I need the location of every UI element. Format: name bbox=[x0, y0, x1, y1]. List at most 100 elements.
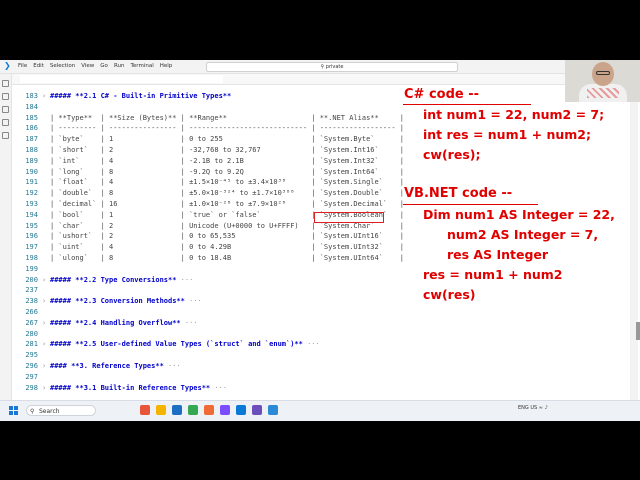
fold-gutter bbox=[42, 167, 50, 177]
taskbar-search-box[interactable]: ⚲ Search bbox=[26, 405, 96, 416]
vb-heading-underline bbox=[403, 204, 538, 205]
fold-chevron-icon[interactable]: › bbox=[42, 318, 50, 328]
scrollbar-thumb[interactable] bbox=[636, 322, 640, 340]
taskbar-app-icon[interactable] bbox=[188, 405, 198, 415]
code-line[interactable]: 196 | `ushort` | 2 | 0 to 65,535 | `Syst… bbox=[12, 231, 404, 241]
code-line[interactable]: 183 › ##### **2.1 C# - Built-in Primitive … bbox=[12, 91, 231, 101]
fold-gutter bbox=[42, 210, 50, 220]
volume-icon[interactable]: ♪ bbox=[545, 405, 548, 411]
code-line[interactable]: 189 | `int` | 4 | -2.1B to 2.1B | `Syste… bbox=[12, 156, 404, 166]
line-number: 200 bbox=[25, 275, 38, 284]
code-line[interactable]: 186 | --------- | ---------------- | ---… bbox=[12, 123, 404, 133]
code-line[interactable]: 184 bbox=[12, 102, 50, 112]
folded-ellipsis-icon[interactable]: ··· bbox=[164, 362, 181, 370]
editor-scrollbar[interactable] bbox=[630, 91, 638, 401]
wifi-icon[interactable]: ≈ bbox=[539, 405, 543, 411]
code-line[interactable]: 237 bbox=[12, 285, 50, 295]
extensions-icon[interactable] bbox=[2, 132, 9, 139]
code-line[interactable]: 187 | `byte` | 1 | 0 to 255 | `System.By… bbox=[12, 134, 404, 144]
folded-ellipsis-icon[interactable]: ··· bbox=[210, 384, 227, 392]
editor-tab-bar bbox=[0, 74, 640, 85]
fold-chevron-icon[interactable]: › bbox=[42, 361, 50, 371]
code-line[interactable]: 188 | `short` | 2 | -32,768 to 32,767 | … bbox=[12, 145, 404, 155]
fold-chevron-icon[interactable]: › bbox=[42, 91, 50, 101]
fold-gutter bbox=[42, 102, 50, 112]
line-number: 238 bbox=[25, 297, 38, 306]
folded-ellipsis-icon[interactable]: ··· bbox=[181, 319, 198, 327]
menu-file[interactable]: File bbox=[18, 63, 27, 69]
taskbar-app-icon[interactable] bbox=[268, 405, 278, 415]
menu-view[interactable]: View bbox=[81, 63, 94, 69]
line-number: 193 bbox=[25, 200, 38, 208]
markdown-table-row: | `short` | 2 | -32,768 to 32,767 | `Sys… bbox=[50, 146, 405, 154]
taskbar-app-icon[interactable] bbox=[220, 405, 230, 415]
code-line[interactable]: 266 bbox=[12, 307, 50, 317]
vb-code-line: res AS Integer bbox=[447, 247, 549, 262]
markdown-table-row: | `byte` | 1 | 0 to 255 | `System.Byte` … bbox=[50, 135, 405, 144]
markdown-table-row: | `ushort` | 2 | 0 to 65,535 | `System.U… bbox=[50, 232, 405, 241]
line-number: 197 bbox=[25, 243, 38, 252]
code-line[interactable]: 298 › ##### **3.1 Built-in Reference Types… bbox=[12, 383, 227, 393]
code-line[interactable]: 191 | `float` | 4 | ±1.5×10⁻⁴⁵ to ±3.4×1… bbox=[12, 177, 404, 187]
fold-chevron-icon[interactable]: › bbox=[42, 275, 50, 285]
command-center-search[interactable]: ⚲ private bbox=[206, 62, 458, 72]
line-number: 188 bbox=[25, 146, 38, 154]
folded-ellipsis-icon[interactable]: ··· bbox=[185, 297, 202, 305]
menu-terminal[interactable]: Terminal bbox=[130, 63, 153, 69]
windows-start-icon[interactable] bbox=[9, 406, 18, 415]
line-number: 266 bbox=[25, 308, 38, 316]
menu-selection[interactable]: Selection bbox=[50, 63, 75, 69]
taskbar-app-icon[interactable] bbox=[156, 405, 166, 415]
code-line[interactable]: 267 › ##### **2.4 Handling Overflow** ··· bbox=[12, 318, 198, 328]
fold-chevron-icon[interactable]: › bbox=[42, 339, 50, 349]
fold-chevron-icon[interactable]: › bbox=[42, 296, 50, 306]
code-line[interactable]: 193 | `decimal` | 16 | ±1.0×10⁻²⁸ to ±7.… bbox=[12, 199, 404, 209]
menu-run[interactable]: Run bbox=[114, 63, 125, 69]
menu-go[interactable]: Go bbox=[100, 63, 108, 69]
code-line[interactable]: 190 | `long` | 8 | -9.2Q to 9.2Q | `Syst… bbox=[12, 167, 404, 177]
fold-gutter bbox=[42, 231, 50, 241]
taskbar-app-icon[interactable] bbox=[236, 405, 246, 415]
source-control-icon[interactable] bbox=[2, 106, 9, 113]
vb-code-line: cw(res) bbox=[423, 287, 476, 302]
fold-chevron-icon[interactable]: › bbox=[42, 383, 50, 393]
markdown-heading: #### **3. Reference Types** bbox=[50, 362, 164, 370]
cs-code-line: cw(res); bbox=[423, 147, 481, 162]
code-line[interactable]: 297 bbox=[12, 372, 50, 382]
code-line[interactable]: 199 bbox=[12, 264, 50, 274]
fold-gutter bbox=[42, 329, 50, 339]
explorer-icon[interactable] bbox=[2, 80, 9, 87]
code-line[interactable]: 192 | `double` | 8 | ±5.0×10⁻³²⁴ to ±1.7… bbox=[12, 188, 404, 198]
folded-ellipsis-icon[interactable]: ··· bbox=[176, 276, 194, 284]
code-line[interactable]: 185 | **Type** | **Size (Bytes)** | **Ra… bbox=[12, 113, 404, 123]
code-line[interactable]: 198 | `ulong` | 8 | 0 to 18.4B | `System… bbox=[12, 253, 404, 263]
system-tray[interactable]: ENG US ≈ ♪ bbox=[518, 405, 548, 411]
search-view-icon[interactable] bbox=[2, 93, 9, 100]
line-number: 187 bbox=[25, 135, 38, 144]
markdown-heading: ##### **2.3 Conversion Methods** bbox=[50, 297, 185, 306]
taskbar-app-icon[interactable] bbox=[172, 405, 182, 415]
code-line[interactable]: 281 › ##### **2.5 User-defined Value Types… bbox=[12, 339, 320, 349]
line-number: 195 bbox=[25, 221, 38, 230]
command-center-text: private bbox=[325, 64, 344, 70]
folded-ellipsis-icon[interactable]: ··· bbox=[303, 340, 320, 348]
code-line[interactable]: 200 › ##### **2.2 Type Conversions** ··· bbox=[12, 275, 193, 285]
language-indicator[interactable]: ENG US bbox=[518, 405, 537, 411]
code-line[interactable]: 280 bbox=[12, 329, 50, 339]
code-line[interactable]: 238 › ##### **2.3 Conversion Methods** ··· bbox=[12, 296, 202, 306]
menu-edit[interactable]: Edit bbox=[33, 63, 44, 69]
run-debug-icon[interactable] bbox=[2, 119, 9, 126]
editor-tab[interactable] bbox=[20, 75, 223, 83]
menu-help[interactable]: Help bbox=[160, 63, 173, 69]
line-number: 184 bbox=[25, 102, 38, 111]
code-line[interactable]: 296 › #### **3. Reference Types** ··· bbox=[12, 361, 181, 371]
cs-code-line: int res = num1 + num2; bbox=[423, 127, 591, 142]
taskbar-app-icon[interactable] bbox=[140, 405, 150, 415]
line-number: 280 bbox=[25, 329, 38, 338]
taskbar-app-icon[interactable] bbox=[252, 405, 262, 415]
fold-gutter bbox=[42, 307, 50, 317]
code-line[interactable]: 295 bbox=[12, 350, 50, 360]
code-line[interactable]: 197 | `uint` | 4 | 0 to 4.29B | `System.… bbox=[12, 242, 404, 252]
markdown-heading: ##### **2.1 C# - Built-in Primitive Type… bbox=[50, 92, 232, 100]
taskbar-app-icon[interactable] bbox=[204, 405, 214, 415]
